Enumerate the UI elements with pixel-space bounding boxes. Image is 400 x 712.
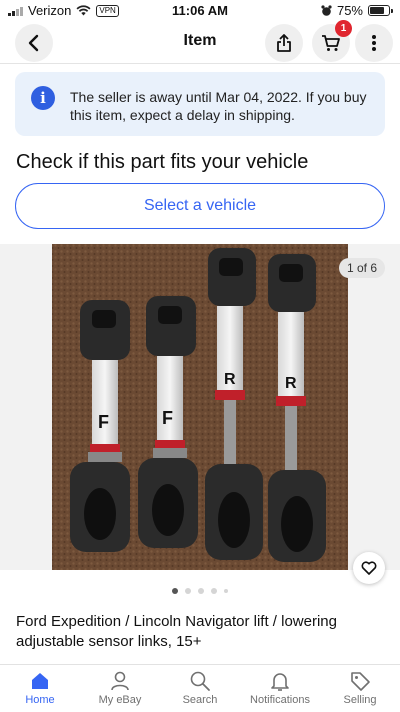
status-bar: Verizon VPN 11:06 AM 75%: [0, 0, 400, 22]
link-label-4: R: [285, 375, 297, 392]
battery-percent: 75%: [336, 3, 363, 18]
tab-label: My eBay: [98, 694, 142, 706]
more-vertical-icon: [372, 35, 376, 51]
item-title: Ford Expedition / Lincoln Navigator lift…: [16, 613, 337, 650]
seller-away-notice: i The seller is away until Mar 04, 2022.…: [15, 72, 385, 136]
watchlist-button[interactable]: [353, 552, 385, 584]
cart-icon: [322, 35, 340, 51]
page-dot[interactable]: [224, 589, 228, 593]
cart-button[interactable]: 1: [312, 20, 352, 62]
heart-icon: [361, 561, 377, 575]
gallery-page-indicator: [0, 588, 400, 594]
page-dot[interactable]: [185, 588, 191, 594]
more-options-button[interactable]: [355, 24, 393, 62]
tab-my-ebay[interactable]: My eBay: [80, 665, 160, 712]
tab-home[interactable]: Home: [0, 665, 80, 712]
info-icon: i: [31, 86, 55, 110]
cart-count-badge: 1: [335, 20, 352, 37]
fitment-title: Check if this part fits your vehicle: [16, 151, 309, 173]
tab-label: Search: [182, 694, 218, 706]
tab-search[interactable]: Search: [160, 665, 240, 712]
tab-notifications[interactable]: Notifications: [240, 665, 320, 712]
page-dot[interactable]: [172, 588, 178, 594]
bottom-tab-bar: Home My eBay Search Notifications Sellin…: [0, 664, 400, 712]
link-label-1: F: [98, 412, 109, 432]
person-icon: [111, 671, 129, 691]
tab-label: Selling: [343, 694, 377, 706]
select-vehicle-button[interactable]: Select a vehicle: [15, 183, 385, 229]
page-dot[interactable]: [198, 588, 204, 594]
bell-icon: [271, 673, 289, 691]
tab-selling[interactable]: Selling: [320, 665, 400, 712]
share-button[interactable]: [265, 24, 303, 62]
battery-icon: [368, 5, 393, 16]
photo-counter: 1 of 6: [338, 258, 385, 278]
header-divider: [0, 63, 400, 64]
tag-icon: [351, 672, 370, 691]
tab-label: Notifications: [250, 694, 310, 706]
share-icon: [277, 34, 291, 52]
item-photo: F F R R: [52, 244, 348, 570]
page-dot[interactable]: [211, 588, 217, 594]
link-label-3: R: [224, 371, 236, 388]
nav-bar: Item 1: [0, 20, 400, 62]
status-right: 75%: [321, 3, 393, 18]
home-icon: [32, 673, 48, 689]
photo-gallery[interactable]: F F R R 1 of 6: [0, 244, 400, 570]
tab-label: Home: [25, 694, 55, 706]
notice-text: The seller is away until Mar 04, 2022. I…: [70, 89, 367, 123]
link-label-2: F: [162, 408, 173, 428]
alarm-icon: [321, 4, 332, 16]
search-icon: [190, 671, 210, 691]
